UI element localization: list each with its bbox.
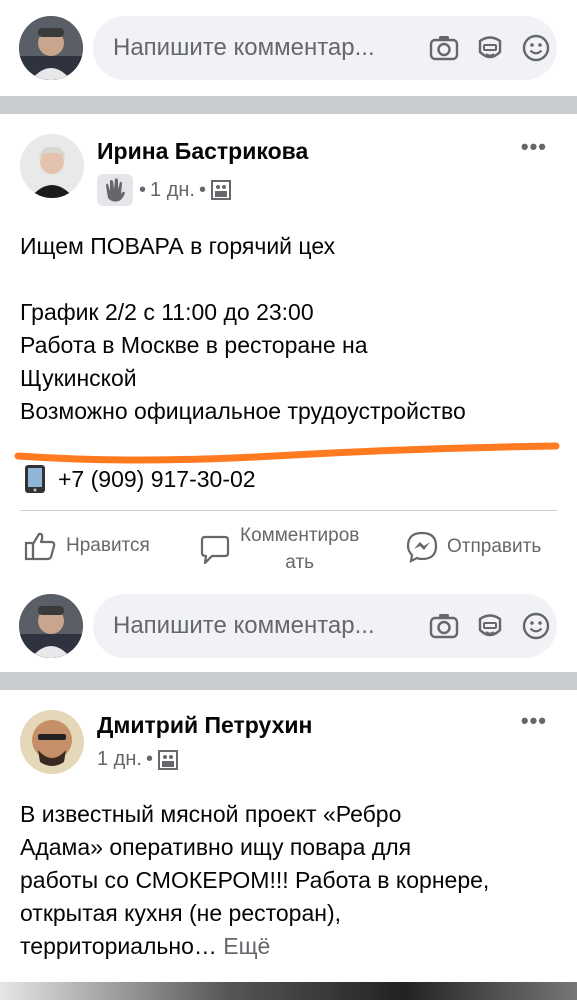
orange-underline-annotation xyxy=(14,442,560,464)
emoji-icon[interactable] xyxy=(520,610,552,642)
comment-input[interactable]: Напишите комментар... xyxy=(93,594,557,658)
author-name[interactable]: Ирина Бастрикова xyxy=(97,138,308,165)
post-options-button[interactable]: ••• xyxy=(521,134,547,160)
thumbs-up-icon xyxy=(24,532,56,561)
avatar-sticker-icon[interactable] xyxy=(474,610,506,642)
feed-separator xyxy=(0,96,577,114)
post-meta: • 1 дн. • xyxy=(97,174,232,206)
share-button[interactable]: Отправить xyxy=(405,530,541,564)
like-button[interactable]: Нравится xyxy=(24,530,150,562)
feed-separator xyxy=(0,672,577,690)
comment-label-line2: ать xyxy=(285,552,315,573)
wave-badge-icon xyxy=(97,174,133,206)
post-line-last: территориально… Ещё xyxy=(20,930,489,963)
meta-dot: • xyxy=(145,748,153,770)
post-line: Работа в Москве в ресторане на xyxy=(20,332,368,358)
comment-composer-top: Напишите комментар... xyxy=(0,0,577,92)
like-label: Нравится xyxy=(66,535,150,556)
share-label: Отправить xyxy=(447,536,542,557)
messenger-icon xyxy=(406,531,438,563)
post-time[interactable]: 1 дн. xyxy=(150,179,195,202)
comment-input[interactable]: Напишите комментар... xyxy=(93,16,557,80)
comment-label-line1: Комментиров xyxy=(240,525,360,546)
post-line: открытая кухня (не ресторан), xyxy=(20,900,342,926)
mobile-phone-icon xyxy=(25,465,45,493)
post-line: В известный мясной проект «Ребро xyxy=(20,801,402,827)
group-icon xyxy=(210,180,231,200)
comment-placeholder: Напишите комментар... xyxy=(113,34,375,61)
author-avatar[interactable] xyxy=(20,134,84,198)
post-meta: 1 дн. • xyxy=(97,748,179,771)
camera-icon[interactable] xyxy=(428,32,460,64)
post-line: Возможно официальное трудоустройство xyxy=(20,398,466,424)
post-action-bar: Нравится Комментиров ать Отправить xyxy=(0,512,577,588)
author-name[interactable]: Дмитрий Петрухин xyxy=(97,712,312,739)
camera-icon[interactable] xyxy=(428,610,460,642)
post-irina: Ирина Бастрикова • 1 дн. • ••• Ищем ПОВА… xyxy=(0,114,577,514)
group-icon xyxy=(157,749,178,770)
post-line: Щукинской xyxy=(20,365,137,391)
post-line: Ищем ПОВАРА в горячий цех xyxy=(20,233,336,259)
avatar-sticker-icon[interactable] xyxy=(474,32,506,64)
post-line-blank xyxy=(20,263,466,296)
phone-number[interactable]: +7 (909) 917-30-02 xyxy=(58,466,256,493)
user-avatar[interactable] xyxy=(19,16,83,80)
see-more-link[interactable]: Ещё xyxy=(223,933,270,959)
phone-line: +7 (909) 917-30-02 xyxy=(22,464,256,494)
action-divider xyxy=(20,510,557,511)
post-time[interactable]: 1 дн. xyxy=(97,748,142,771)
post-image-preview[interactable] xyxy=(0,982,577,1000)
emoji-icon[interactable] xyxy=(520,32,552,64)
meta-dot: • xyxy=(198,178,206,201)
post-line: работы со СМОКЕРОМ!!! Работа в корнере, xyxy=(20,867,490,893)
post-line-text: территориально… xyxy=(20,933,217,959)
post-options-button[interactable]: ••• xyxy=(521,708,547,734)
post-line: Адама» оперативно ищу повара для xyxy=(20,834,412,860)
author-avatar[interactable] xyxy=(20,710,84,774)
post-body: Ищем ПОВАРА в горячий цех График 2/2 с 1… xyxy=(20,230,466,428)
post-line: График 2/2 с 11:00 до 23:00 xyxy=(20,299,314,325)
meta-dot: • xyxy=(139,178,147,201)
post-body: В известный мясной проект «Ребро Адама» … xyxy=(20,798,489,963)
post-dmitry: Дмитрий Петрухин 1 дн. • ••• В известный… xyxy=(0,690,577,1000)
user-avatar[interactable] xyxy=(19,594,83,658)
comment-bubble-icon xyxy=(200,535,230,565)
comment-placeholder: Напишите комментар... xyxy=(113,612,375,639)
comment-button[interactable]: Комментиров ать xyxy=(198,522,359,576)
comment-composer-post: Напишите комментар... xyxy=(0,578,577,670)
